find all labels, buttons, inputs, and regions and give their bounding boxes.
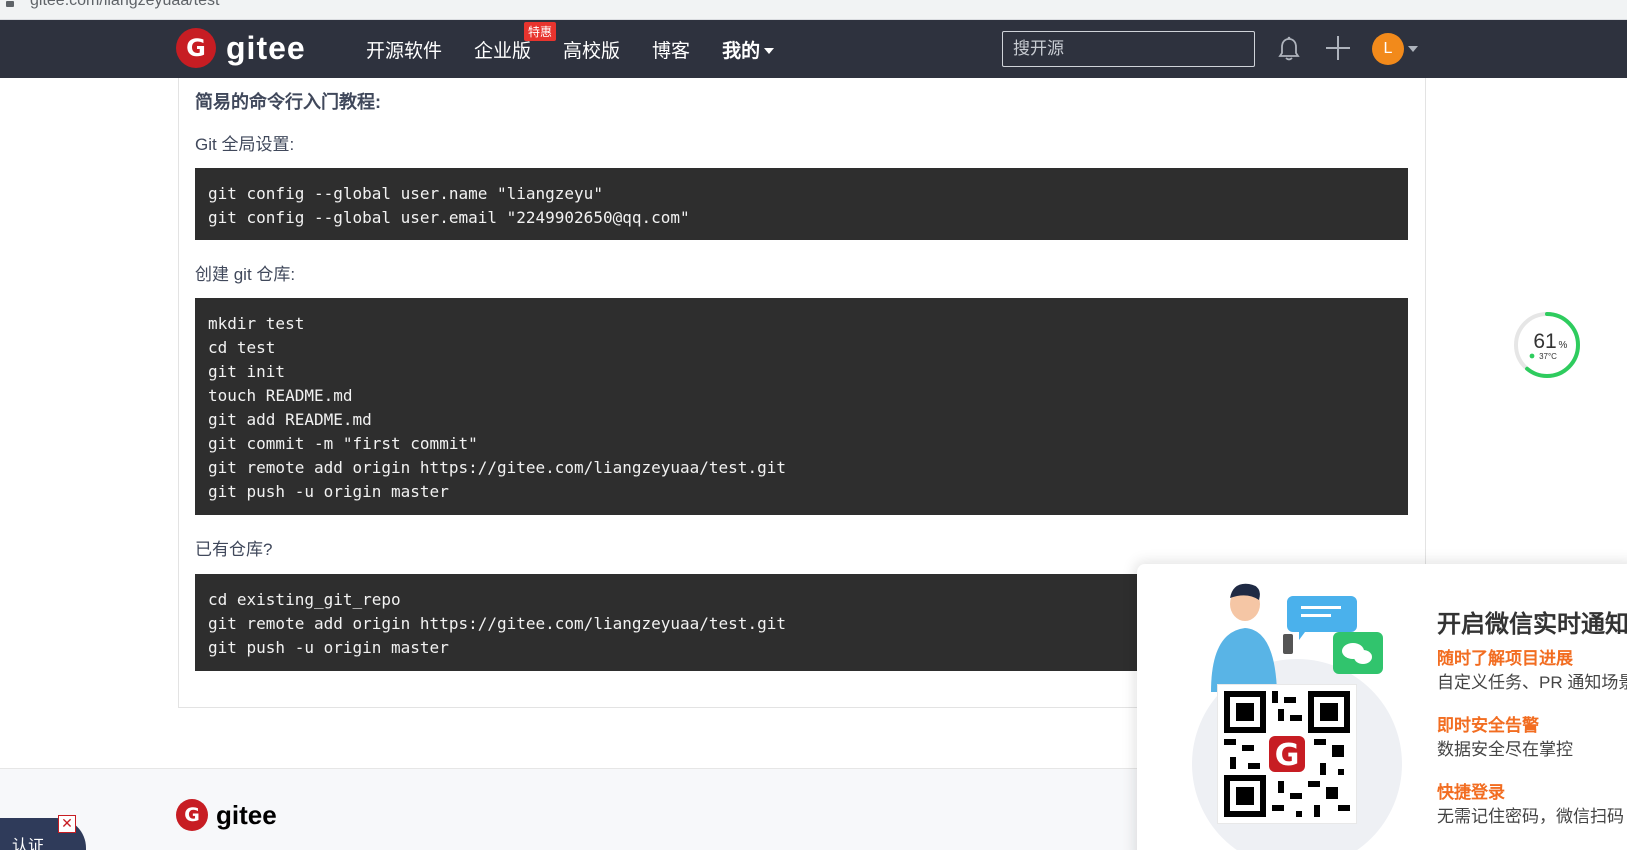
nav-enterprise[interactable]: 企业版 特惠 [474, 21, 557, 63]
chevron-down-icon[interactable] [1408, 46, 1418, 52]
main-nav: 开源软件 企业版 特惠 高校版 博客 我的 [366, 20, 806, 78]
gitee-logo-icon: G [176, 28, 216, 68]
nav-university[interactable]: 高校版 [563, 36, 620, 63]
nav-open-source[interactable]: 开源软件 [366, 36, 442, 63]
close-icon[interactable]: ✕ [58, 815, 76, 833]
section-label-global-config: Git 全局设置: [195, 135, 295, 154]
gitee-logo-icon: G [176, 799, 208, 831]
top-navbar: G gitee 开源软件 企业版 特惠 高校版 博客 我的 L [0, 20, 1627, 78]
address-url[interactable]: gitee.com/liangzeyuaa/test [30, 0, 219, 10]
thermometer-icon [1529, 353, 1535, 359]
feature-desc-login: 无需记住密码，微信扫码 [1437, 807, 1624, 826]
feature-title-progress: 随时了解项目进展 [1437, 649, 1573, 668]
page-heading: 简易的命令行入门教程: [195, 92, 381, 112]
gitee-logo[interactable]: G gitee [176, 28, 306, 68]
floating-tab-label: 认证 [12, 838, 45, 850]
gauge-unit: % [1559, 340, 1568, 351]
feature-desc-security: 数据安全尽在掌控 [1437, 740, 1573, 759]
code-block-create-repo[interactable]: mkdir test cd test git init touch README… [195, 298, 1408, 515]
nav-mine-label: 我的 [722, 40, 761, 62]
nav-enterprise-label: 企业版 [474, 40, 532, 62]
qr-logo: G [1275, 738, 1300, 773]
qr-code-image: G [1224, 691, 1350, 817]
nav-mine[interactable]: 我的 [722, 36, 775, 63]
search-input[interactable] [1002, 31, 1255, 67]
popup-title: 开启微信实时通知 [1437, 611, 1627, 638]
wechat-notify-popup: G 开启微信实时通知 随时了解项目进展 自定义任务、PR 通知场景 即时安全告警… [1137, 564, 1627, 850]
brand-name: gitee [226, 29, 306, 66]
footer-brand: gitee [216, 799, 277, 830]
bell-icon[interactable] [1278, 36, 1300, 62]
person-illustration [1211, 583, 1383, 692]
address-bar[interactable]: gitee.com/liangzeyuaa/test [0, 0, 1627, 20]
code-block-global-config[interactable]: git config --global user.name "liangzeyu… [195, 168, 1408, 240]
plus-icon[interactable] [1326, 36, 1350, 60]
section-label-existing-repo: 已有仓库? [195, 540, 273, 559]
nav-blog[interactable]: 博客 [652, 36, 690, 63]
qr-code[interactable]: G [1217, 684, 1357, 824]
promo-badge: 特惠 [524, 21, 557, 41]
footer-logo[interactable]: G gitee [176, 799, 277, 831]
avatar[interactable]: L [1372, 33, 1404, 65]
lock-icon [6, 1, 14, 7]
gauge-temp: 37°C [1539, 352, 1557, 361]
gauge-value: 61 [1533, 330, 1556, 353]
feature-desc-progress: 自定义任务、PR 通知场景 [1437, 673, 1627, 692]
section-label-create-repo: 创建 git 仓库: [195, 265, 296, 284]
feature-title-security: 即时安全告警 [1437, 716, 1539, 735]
chevron-down-icon [764, 48, 775, 55]
feature-title-login: 快捷登录 [1437, 783, 1505, 802]
memory-gauge[interactable]: 61 % 37°C [1513, 311, 1581, 379]
